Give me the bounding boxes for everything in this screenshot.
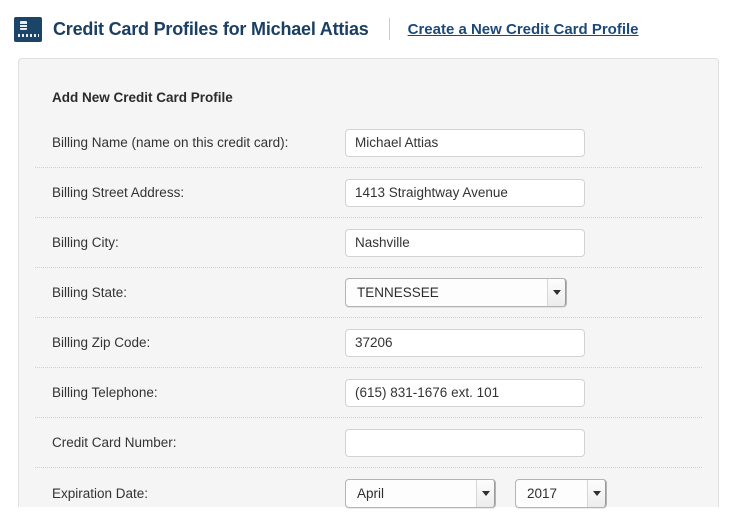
chevron-down-glyph xyxy=(593,490,601,496)
billing-street-address-input[interactable] xyxy=(345,178,585,207)
control-billing-city xyxy=(345,228,585,257)
expiration-month-select[interactable]: April xyxy=(345,478,496,508)
expiration-month-selected-value: April xyxy=(357,485,385,501)
billing-city-input[interactable] xyxy=(345,228,585,257)
chevron-down-glyph xyxy=(553,290,561,295)
header-divider xyxy=(388,18,390,40)
billing-zip-code-input[interactable] xyxy=(345,328,585,357)
billing-state-selected-value: TENNESSEE xyxy=(357,285,439,300)
credit-card-number-input[interactable] xyxy=(345,428,585,457)
add-credit-card-panel: Add New Credit Card Profile Billing Name… xyxy=(18,58,719,508)
control-billing-street-address xyxy=(345,178,585,207)
expiration-year-select[interactable]: 2017 xyxy=(515,478,607,508)
expiration-year-selected-value: 2017 xyxy=(527,485,558,501)
form-row-billing-name: Billing Name (name on this credit card): xyxy=(35,118,702,168)
page-title: Credit Card Profiles for Michael Attias xyxy=(53,18,369,39)
chevron-down-icon[interactable] xyxy=(476,479,495,507)
form-row-expiration-date: Expiration Date: April 2017 xyxy=(35,468,702,518)
label-billing-city: Billing City: xyxy=(52,235,119,250)
label-expiration-date: Expiration Date: xyxy=(52,485,149,501)
form-row-credit-card-number: Credit Card Number: xyxy=(35,418,702,468)
chevron-down-glyph xyxy=(482,490,490,496)
control-billing-telephone xyxy=(345,378,585,407)
label-billing-street-address: Billing Street Address: xyxy=(52,185,185,200)
label-credit-card-number: Credit Card Number: xyxy=(52,435,177,450)
control-expiration-date: April 2017 xyxy=(345,478,607,508)
panel-title: Add New Credit Card Profile xyxy=(52,90,233,105)
form-row-billing-state: Billing State: TENNESSEE xyxy=(35,268,702,318)
chevron-down-icon[interactable] xyxy=(587,479,606,507)
credit-card-icon xyxy=(14,16,42,42)
card-chip-icon xyxy=(20,20,27,30)
control-billing-name xyxy=(345,128,585,157)
billing-state-select[interactable]: TENNESSEE xyxy=(345,278,567,307)
billing-telephone-input[interactable] xyxy=(345,378,585,407)
billing-name-input[interactable] xyxy=(345,128,585,157)
chevron-down-icon[interactable] xyxy=(547,279,566,306)
label-billing-name: Billing Name (name on this credit card): xyxy=(52,135,289,150)
label-billing-zip-code: Billing Zip Code: xyxy=(52,335,151,350)
label-billing-telephone: Billing Telephone: xyxy=(52,385,158,400)
control-credit-card-number xyxy=(345,428,585,457)
card-number-dots-icon xyxy=(18,33,39,37)
control-billing-zip-code xyxy=(345,328,585,357)
page-header: Credit Card Profiles for Michael Attias … xyxy=(0,0,748,58)
form-row-billing-zip-code: Billing Zip Code: xyxy=(35,318,702,368)
form-row-billing-telephone: Billing Telephone: xyxy=(35,368,702,418)
form-row-billing-city: Billing City: xyxy=(35,218,702,268)
control-billing-state: TENNESSEE xyxy=(345,278,567,307)
create-new-credit-card-profile-link[interactable]: Create a New Credit Card Profile xyxy=(408,21,639,38)
label-billing-state: Billing State: xyxy=(52,285,128,300)
form-row-billing-street-address: Billing Street Address: xyxy=(35,168,702,218)
